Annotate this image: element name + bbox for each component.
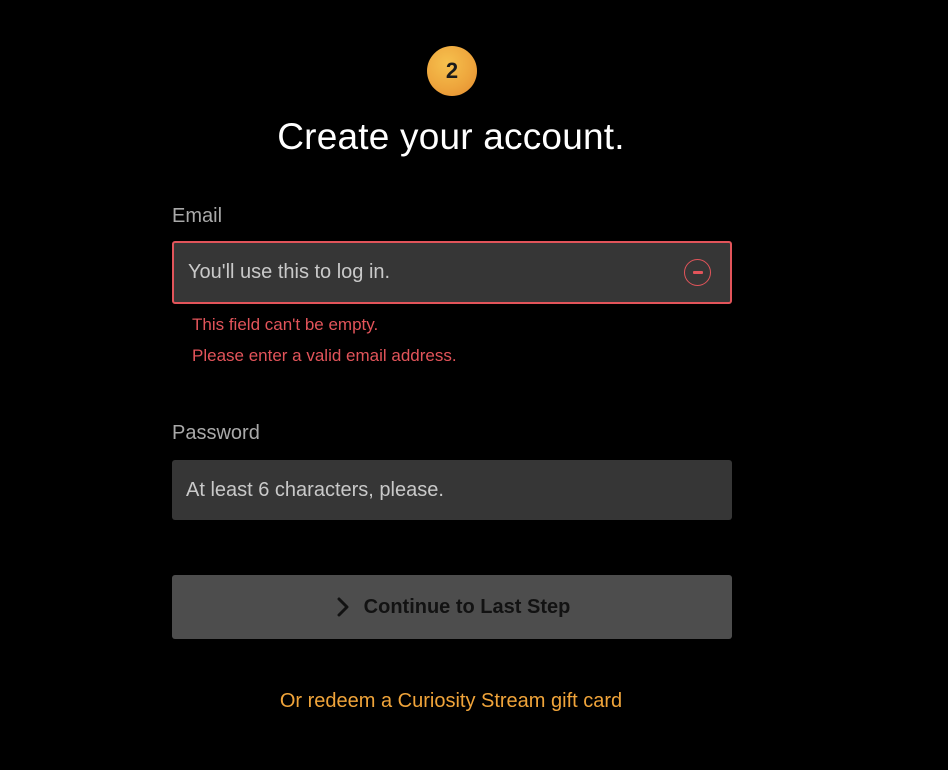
email-label: Email xyxy=(172,205,223,227)
email-field[interactable] xyxy=(174,242,684,303)
continue-button-label: Continue to Last Step xyxy=(363,595,571,618)
continue-button[interactable]: Continue to Last Step xyxy=(172,575,732,639)
redeem-gift-card-link[interactable]: Or redeem a Curiosity Stream gift card xyxy=(0,690,902,713)
password-field[interactable] xyxy=(172,459,732,521)
chevron-right-icon xyxy=(337,597,349,617)
step-number: 2 xyxy=(445,58,459,83)
step-badge: 2 xyxy=(427,46,477,96)
signup-page: 2 Create your account. Email This field … xyxy=(0,0,948,770)
email-field-container xyxy=(172,241,732,304)
email-error-empty: This field can't be empty. xyxy=(192,315,379,334)
password-label: Password xyxy=(172,422,260,444)
email-error-invalid: Please enter a valid email address. xyxy=(192,346,457,365)
page-title: Create your account. xyxy=(277,116,625,157)
password-field-container xyxy=(172,459,732,521)
error-minus-circle-icon xyxy=(684,259,711,286)
